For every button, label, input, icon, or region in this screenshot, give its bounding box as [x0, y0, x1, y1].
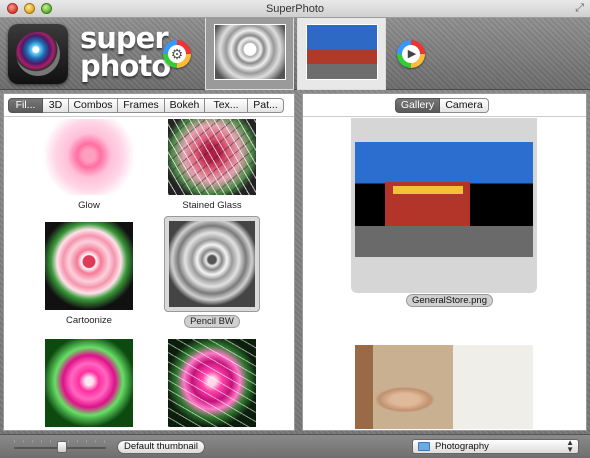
app-name-line2: photo [80, 49, 171, 83]
lens-graphic [16, 32, 60, 76]
fullscreen-icon[interactable]: ⤢ [575, 2, 584, 15]
folder-select[interactable]: Photography ▲ ▼ [412, 439, 579, 454]
thumbnail-size-slider[interactable] [14, 440, 106, 453]
tab-camera[interactable]: Camera [440, 98, 489, 113]
source-tabs: Gallery Camera [395, 98, 489, 113]
gallery-item[interactable] [355, 345, 533, 429]
current-image-general-store [306, 24, 378, 80]
tab-frames[interactable]: Frames [118, 98, 165, 113]
filter-thumbnail [45, 222, 133, 310]
filter-label: Glow [78, 200, 100, 211]
photo-sign [393, 186, 463, 194]
slider-knob[interactable] [56, 441, 67, 453]
filter-cartoonize[interactable]: Cartoonize [39, 222, 139, 326]
filters-panel: Fil... 3D Combos Frames Bokeh Tex... Pat… [3, 93, 295, 431]
filter-category-tabs: Fil... 3D Combos Frames Bokeh Tex... Pat… [8, 98, 284, 113]
status-bar: Default thumbnail Photography ▲ ▼ [0, 434, 590, 458]
gallery-item[interactable]: GeneralStore.png [351, 118, 537, 307]
filter-thumbnail [168, 119, 256, 195]
filter-label: Pencil BW [184, 315, 240, 328]
gallery-panel: Gallery Camera GeneralStore.png [302, 93, 587, 431]
camera-lens-icon [8, 24, 68, 84]
window-title: SuperPhoto [265, 3, 325, 15]
play-icon: ▶ [402, 45, 420, 63]
divider [303, 116, 586, 117]
app-name-line1: super [80, 21, 169, 55]
filter-label: Cartoonize [66, 315, 112, 326]
tab-gallery[interactable]: Gallery [395, 98, 440, 113]
folder-icon [418, 442, 430, 451]
current-image-slot-2[interactable] [297, 18, 386, 90]
app-name-logo: super photo [80, 21, 171, 83]
filter-thumbnail [45, 339, 133, 427]
tab-combos[interactable]: Combos [69, 98, 118, 113]
filter-item-5[interactable] [39, 339, 139, 427]
gallery-thumbnail [355, 345, 533, 429]
filter-pencil-bw[interactable]: Pencil BW [162, 216, 262, 328]
play-button[interactable]: ▶ [397, 40, 425, 68]
tab-filters[interactable]: Fil... [8, 98, 43, 113]
filter-glow[interactable]: Glow [39, 119, 139, 211]
gallery-thumbnail [355, 142, 533, 257]
default-thumbnail-button[interactable]: Default thumbnail [117, 440, 205, 454]
tab-patterns[interactable]: Pat... [248, 98, 284, 113]
filter-thumbnail [45, 119, 133, 195]
gallery-filename: GeneralStore.png [406, 294, 493, 307]
main-area: Fil... 3D Combos Frames Bokeh Tex... Pat… [0, 90, 590, 434]
selection-highlight [164, 216, 260, 312]
tab-bokeh[interactable]: Bokeh [165, 98, 205, 113]
tab-textures[interactable]: Tex... [205, 98, 248, 113]
updown-arrows-icon: ▲ ▼ [566, 438, 574, 454]
photo-road [355, 226, 533, 257]
current-image-rose [214, 24, 286, 80]
filter-thumbnail [169, 221, 255, 307]
settings-button[interactable]: ⚙ [163, 40, 191, 68]
filter-label: Stained Glass [182, 200, 242, 211]
filter-thumbnail [168, 339, 256, 427]
title-bar: SuperPhoto ⤢ [0, 0, 590, 18]
filter-item-6[interactable] [162, 339, 262, 427]
divider [4, 116, 294, 117]
toolbar: super photo ⚙ ▶ [0, 18, 590, 90]
tab-3d[interactable]: 3D [43, 98, 69, 113]
folder-label: Photography [435, 441, 489, 452]
filter-stained-glass[interactable]: Stained Glass [162, 119, 262, 211]
current-image-slot-1[interactable] [205, 18, 294, 90]
photo-sky [355, 142, 533, 182]
gear-icon: ⚙ [168, 45, 186, 63]
